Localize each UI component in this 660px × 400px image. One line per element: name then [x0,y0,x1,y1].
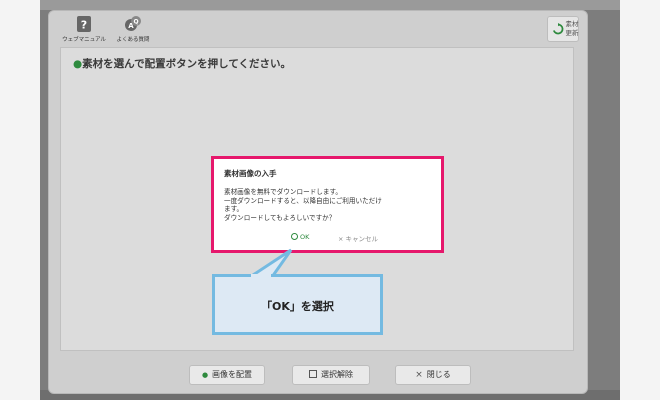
popup-message-line: 素材画像を無料でダウンロードします。 [224,188,343,196]
close-button[interactable]: × 閉じる [395,365,471,385]
instruction-callout: 「OK」を選択 [212,274,383,335]
background-left [0,0,40,400]
refresh-label: 素材 更新 [565,20,579,37]
deselect-button[interactable]: 選択解除 [292,365,370,385]
callout-text: 「OK」を選択 [261,300,334,313]
window-top-strip [40,0,620,10]
download-confirm-popup: 素材画像の入手 素材画像を無料でダウンロードします。 一度ダウンロードすると、以… [211,156,444,253]
cancel-label: キャンセル [345,235,379,243]
place-dot-icon: ● [201,371,209,379]
refresh-icon [552,23,564,35]
cancel-button[interactable]: × キャンセル [338,233,378,243]
faq-label: よくある質問 [116,37,150,43]
instruction-text: ●素材を選んで配置ボタンを押してください。 [73,56,291,71]
close-icon: × [415,370,423,380]
popup-message-line: ます。 [224,205,244,213]
ok-label: OK [300,233,310,241]
faq-icon: A Q [125,16,141,31]
popup-actions: OK × キャンセル [214,233,441,243]
close-label: 閉じる [426,370,451,379]
instruction-label: 素材を選んで配置ボタンを押してください。 [82,58,292,70]
cancel-x-icon: × [338,235,344,243]
popup-message-line: 一度ダウンロードすると、以降自由にご利用いただけ [224,196,382,205]
popup-message: 素材画像を無料でダウンロードします。 一度ダウンロードすると、以降自由にご利用い… [224,188,436,222]
dialog-toolbar: ? ウェブマニュアル A Q よくある質問 素材 更新 [49,11,587,47]
svg-text:Q: Q [133,19,138,26]
web-manual-label: ウェブマニュアル [62,37,106,43]
instruction-bullet: ● [73,58,83,70]
web-manual-button[interactable]: ? ウェブマニュアル [61,15,107,43]
deselect-label: 選択解除 [321,370,353,379]
square-icon [309,369,317,378]
popup-title: 素材画像の入手 [224,169,277,178]
ok-button[interactable]: OK [291,233,309,241]
faq-button[interactable]: A Q よくある質問 [109,15,157,43]
place-image-label: 画像を配置 [212,370,253,379]
material-refresh-button[interactable]: 素材 更新 [547,16,579,42]
ok-circle-icon [291,233,298,240]
popup-message-line: ダウンロードしてもよろしいですか？ [224,213,336,222]
place-image-button[interactable]: ● 画像を配置 [189,365,265,385]
svg-text:?: ? [81,19,87,32]
background-right [620,0,660,400]
dialog-footer: ● 画像を配置 選択解除 × 閉じる [49,361,587,387]
question-icon: ? [77,16,91,32]
